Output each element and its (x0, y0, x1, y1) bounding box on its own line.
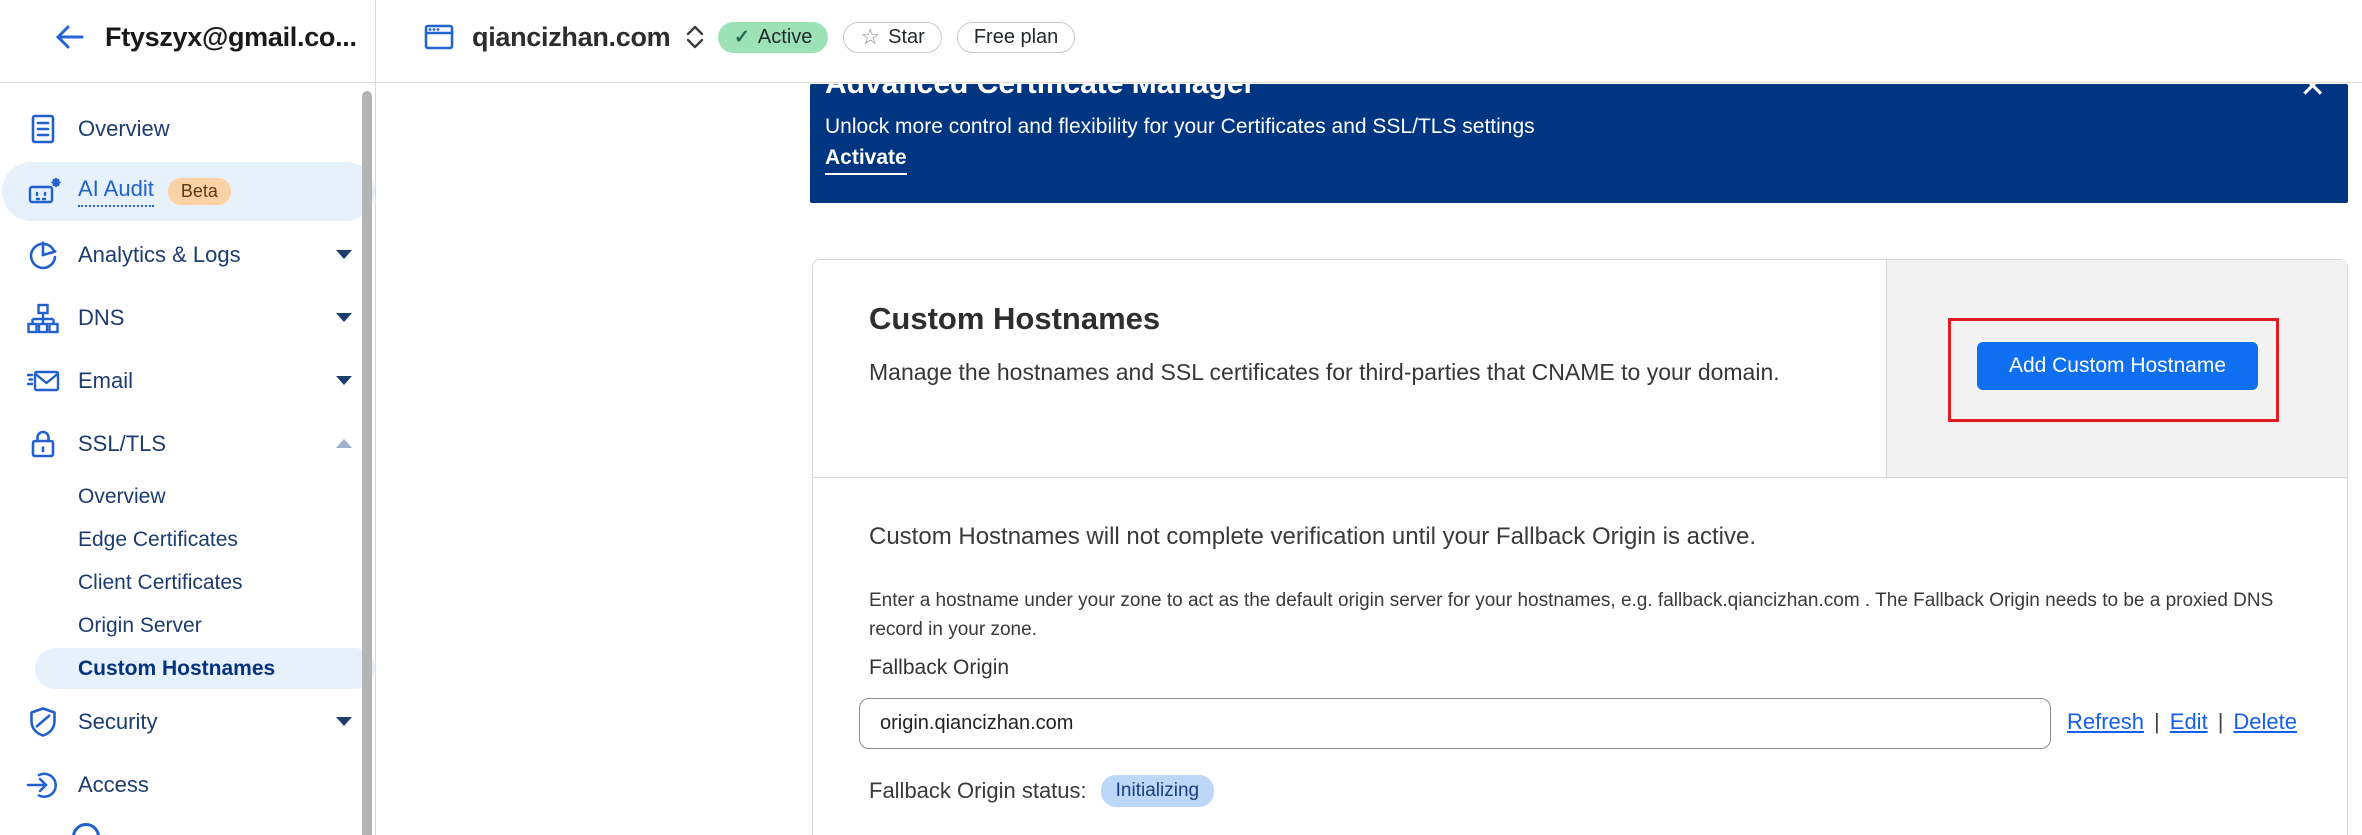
status-badge-active: ✓ Active (718, 22, 828, 53)
zone-name: qiancizhan.com (472, 22, 670, 53)
chevron-down-icon[interactable] (336, 250, 352, 259)
delete-link[interactable]: Delete (2233, 709, 2297, 735)
check-icon: ✓ (734, 26, 750, 49)
add-custom-hostname-button[interactable]: Add Custom Hostname (1977, 342, 2258, 390)
sidebar-item-analytics-logs[interactable]: Analytics & Logs (0, 223, 375, 286)
fallback-origin-label: Fallback Origin (869, 656, 1009, 680)
fallback-instructions: Enter a hostname under your zone to act … (869, 586, 2311, 644)
zone-window-icon (420, 18, 458, 56)
app-window: Ftyszyx@gmail.co... qiancizhan.com ✓ Act… (0, 0, 2362, 835)
card-header: Custom Hostnames Manage the hostnames an… (813, 260, 2347, 478)
sitemap-icon (25, 300, 61, 336)
card-description: Manage the hostnames and SSL certificate… (869, 356, 1780, 389)
star-icon: ☆ (860, 26, 880, 48)
sidebar-subitem-custom-hostnames[interactable]: Custom Hostnames (0, 647, 375, 690)
fallback-status-row: Fallback Origin status: Initializing (869, 775, 1214, 807)
fallback-origin-actions: Refresh | Edit | Delete (2067, 709, 2297, 735)
sidebar-subitem-client-certificates[interactable]: Client Certificates (0, 561, 375, 604)
card-title: Custom Hostnames (869, 301, 1160, 337)
envelope-icon (25, 363, 61, 399)
chevron-down-icon[interactable] (336, 313, 352, 322)
acm-banner: Advanced Certificate Manager Unlock more… (810, 84, 2348, 203)
sidebar-scrollbar[interactable] (362, 91, 372, 835)
pie-chart-icon (25, 237, 61, 273)
banner-subtitle: Unlock more control and flexibility for … (825, 115, 1535, 139)
login-arrow-icon (25, 767, 61, 803)
initializing-status-badge: Initializing (1101, 775, 1214, 807)
sidebar-item-ai-audit[interactable]: AI Audit Beta (0, 160, 375, 223)
fallback-status-label: Fallback Origin status: (869, 778, 1087, 804)
back-arrow-icon[interactable] (50, 18, 88, 56)
sidebar-item-email[interactable]: Email (0, 349, 375, 412)
sidebar-subitem-ssl-overview[interactable]: Overview (0, 475, 375, 518)
activate-link[interactable]: Activate (825, 146, 907, 175)
plan-badge: Free plan (957, 22, 1076, 53)
sidebar-item-overview[interactable]: Overview (0, 97, 375, 160)
separator: | (2218, 709, 2224, 735)
star-button[interactable]: ☆ Star (843, 22, 941, 53)
account-name[interactable]: Ftyszyx@gmail.co... (105, 22, 357, 53)
sidebar-subitem-origin-server[interactable]: Origin Server (0, 604, 375, 647)
top-bar: Ftyszyx@gmail.co... qiancizhan.com ✓ Act… (0, 0, 2362, 83)
separator: | (2154, 709, 2160, 735)
edit-link[interactable]: Edit (2170, 709, 2208, 735)
partial-sidebar-icon (72, 823, 100, 835)
sidebar-item-ssl-tls[interactable]: SSL/TLS (0, 412, 375, 475)
close-icon[interactable]: ✕ (2299, 84, 2326, 105)
refresh-link[interactable]: Refresh (2067, 709, 2144, 735)
chevron-up-icon[interactable] (336, 439, 352, 448)
beta-badge: Beta (168, 178, 231, 205)
shield-icon (25, 704, 61, 740)
card-action-panel: Add Custom Hostname (1886, 260, 2347, 477)
zone-switcher-icon[interactable] (684, 25, 706, 49)
sidebar-subitem-edge-certificates[interactable]: Edge Certificates (0, 518, 375, 561)
sidebar-divider (375, 0, 376, 835)
clipboard-icon (25, 111, 61, 147)
chevron-down-icon[interactable] (336, 376, 352, 385)
sidebar-nav: Overview AI Audit Beta Analytics & Logs (0, 84, 375, 835)
chevron-down-icon[interactable] (336, 717, 352, 726)
robot-icon (25, 174, 61, 210)
custom-hostnames-card: Custom Hostnames Manage the hostnames an… (812, 259, 2348, 835)
padlock-icon (25, 426, 61, 462)
sidebar-item-dns[interactable]: DNS (0, 286, 375, 349)
fallback-warning-heading: Custom Hostnames will not complete verif… (869, 523, 1756, 551)
sidebar-item-access[interactable]: Access (0, 753, 375, 816)
fallback-origin-input[interactable] (859, 698, 2051, 749)
banner-title: Advanced Certificate Manager (825, 84, 1255, 101)
sidebar-item-security[interactable]: Security (0, 690, 375, 753)
